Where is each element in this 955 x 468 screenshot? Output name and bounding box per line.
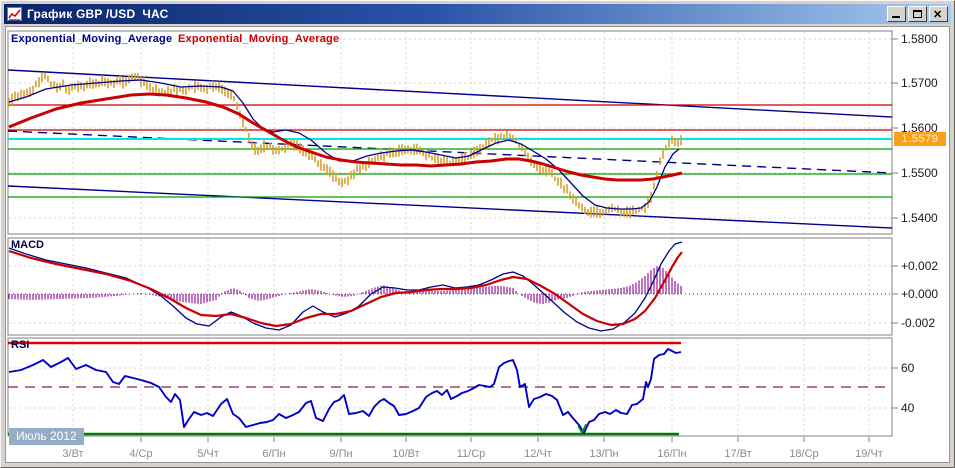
svg-text:9/Пн: 9/Пн <box>329 448 352 460</box>
svg-text:13/Пн: 13/Пн <box>589 448 618 460</box>
svg-text:18/Ср: 18/Ср <box>789 448 818 460</box>
svg-text:5/Чт: 5/Чт <box>197 448 219 460</box>
svg-text:1.5700: 1.5700 <box>901 76 938 90</box>
current-price-badge: 1.5579 <box>894 132 946 146</box>
svg-text:6/Пн: 6/Пн <box>262 448 285 460</box>
maximize-button[interactable] <box>908 6 927 22</box>
svg-text:10/Вт: 10/Вт <box>392 448 419 460</box>
window-title: График GBP /USD ЧАС <box>27 7 169 21</box>
chart-app-icon <box>7 7 22 21</box>
svg-text:+0.002: +0.002 <box>901 259 938 273</box>
maximize-icon <box>913 10 922 18</box>
rsi-panel-label: RSI <box>11 339 30 351</box>
chart-window: 3/Вт 4/Ср 5/Чт 6/Пн 9/Пн 10/Вт 11/Ср 12/Чт 13/Пн… <box>0 0 955 468</box>
svg-text:1.5500: 1.5500 <box>901 166 938 180</box>
svg-text:+0.000: +0.000 <box>901 287 938 301</box>
svg-text:1.5400: 1.5400 <box>901 211 938 225</box>
svg-text:16/Пн: 16/Пн <box>657 448 686 460</box>
svg-text:19/Чт: 19/Чт <box>855 448 883 460</box>
svg-text:-0.002: -0.002 <box>901 316 935 330</box>
svg-text:4/Ср: 4/Ср <box>129 448 152 460</box>
svg-text:40: 40 <box>901 401 915 415</box>
close-button[interactable]: ✕ <box>929 6 948 22</box>
titlebar[interactable]: График GBP /USD ЧАС ✕ <box>4 4 951 24</box>
close-icon: ✕ <box>933 9 943 21</box>
svg-text:3/Вт: 3/Вт <box>62 448 83 460</box>
month-badge: Июль 2012 <box>9 428 84 445</box>
macd-panel-label: MACD <box>11 239 44 251</box>
svg-text:1.5800: 1.5800 <box>901 32 938 46</box>
chart-canvas[interactable]: 3/Вт 4/Ср 5/Чт 6/Пн 9/Пн 10/Вт 11/Ср 12/Чт 13/Пн… <box>1 1 955 468</box>
minimize-button[interactable] <box>887 6 906 22</box>
svg-text:12/Чт: 12/Чт <box>524 448 552 460</box>
svg-text:17/Вт: 17/Вт <box>724 448 751 460</box>
ema-slow-label: Exponential_Moving_Average <box>178 33 340 45</box>
ema-fast-label: Exponential_Moving_Average <box>11 33 173 45</box>
svg-text:11/Ср: 11/Ср <box>457 448 486 460</box>
svg-text:60: 60 <box>901 361 915 375</box>
minimize-icon <box>892 16 900 18</box>
